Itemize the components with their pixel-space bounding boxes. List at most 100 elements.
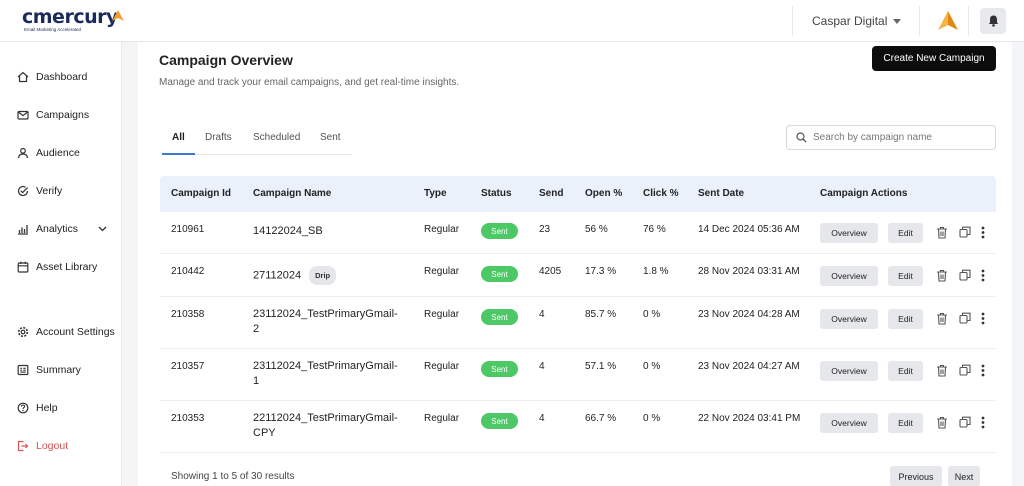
divider [792, 6, 793, 36]
tab-all[interactable]: All [172, 132, 185, 143]
sidebar-item-label: Campaigns [36, 109, 90, 121]
trash-icon[interactable] [936, 226, 948, 239]
click-rate: 0 % [643, 309, 661, 320]
campaign-type: Regular [424, 413, 460, 424]
page-subtitle: Manage and track your email campaigns, a… [159, 77, 460, 88]
campaign-type: Regular [424, 361, 460, 372]
campaign-name[interactable]: 22112024_TestPrimaryGmail- CPY [253, 411, 398, 441]
edit-button[interactable]: Edit [888, 266, 923, 286]
sidebar-item-analytics[interactable]: Analytics [17, 223, 117, 235]
more-vertical-icon[interactable] [981, 364, 985, 377]
active-tab-indicator [162, 153, 195, 155]
calendar-icon [17, 261, 29, 273]
sidebar-item-summary[interactable]: Summary [17, 364, 117, 376]
copy-icon[interactable] [959, 416, 971, 428]
page-title: Campaign Overview [159, 52, 293, 68]
table-row[interactable]: 210357 23112024_TestPrimaryGmail- 1 Regul… [160, 349, 996, 401]
sidebar-item-campaigns[interactable]: Campaigns [17, 109, 117, 121]
sidebar-item-label: Analytics [36, 223, 79, 235]
copy-icon[interactable] [959, 226, 971, 238]
sidebar-item-label: Audience [36, 147, 80, 159]
edit-button[interactable]: Edit [888, 413, 923, 433]
more-vertical-icon[interactable] [981, 312, 985, 325]
open-rate: 57.1 % [585, 361, 617, 372]
tab-drafts[interactable]: Drafts [205, 132, 232, 143]
column-header[interactable]: Send [539, 188, 563, 199]
send-count: 4205 [539, 266, 562, 277]
user-icon [17, 147, 29, 159]
arrow-logo-icon[interactable] [938, 11, 958, 30]
send-count: 23 [539, 224, 551, 235]
trash-icon[interactable] [936, 416, 948, 429]
table-row[interactable]: 210961 14122024_SB Regular Sent 23 56 % … [160, 212, 996, 254]
overview-button[interactable]: Overview [820, 413, 878, 433]
search-box[interactable] [786, 125, 996, 150]
edit-button[interactable]: Edit [888, 361, 923, 381]
table-row[interactable]: 210353 22112024_TestPrimaryGmail- CPY Reg… [160, 401, 996, 453]
campaign-id: 210353 [171, 413, 205, 424]
more-vertical-icon[interactable] [981, 226, 985, 239]
summary-icon [17, 364, 29, 376]
column-header[interactable]: Campaign Name [253, 188, 331, 199]
sidebar-item-logout[interactable]: Logout [17, 440, 117, 452]
overview-button[interactable]: Overview [820, 266, 878, 286]
sidebar-item-account-settings[interactable]: Account Settings [17, 326, 117, 338]
search-icon [796, 132, 807, 143]
copy-icon[interactable] [959, 312, 971, 324]
sidebar-item-help[interactable]: Help [17, 402, 117, 414]
status-badge: Sent [481, 223, 518, 239]
column-header[interactable]: Open % [585, 188, 622, 199]
campaign-name-text: 1 [253, 375, 260, 387]
campaign-type: Regular [424, 309, 460, 320]
table-row[interactable]: 210442 27112024 Drip Regular Sent 4205 17… [160, 254, 996, 297]
open-rate: 56 % [585, 224, 608, 235]
brand-logo[interactable]: cmercury Email Marketing Accelerated [22, 8, 124, 36]
sidebar-item-audience[interactable]: Audience [17, 147, 117, 159]
sent-date: 23 Nov 2024 04:28 AM [698, 309, 800, 320]
tab-sent[interactable]: Sent [320, 132, 341, 143]
org-selector[interactable]: Caspar Digital [812, 14, 902, 28]
create-campaign-button[interactable]: Create New Campaign [872, 46, 996, 71]
status-badge: Sent [481, 413, 518, 429]
campaign-name[interactable]: 23112024_TestPrimaryGmail- 1 [253, 359, 398, 389]
sidebar-item-dashboard[interactable]: Dashboard [17, 71, 117, 83]
trash-icon[interactable] [936, 364, 948, 377]
table-row[interactable]: 210358 23112024_TestPrimaryGmail- 2 Regul… [160, 297, 996, 349]
sent-date: 23 Nov 2024 04:27 AM [698, 361, 800, 372]
column-header[interactable]: Type [424, 188, 447, 199]
sent-date: 14 Dec 2024 05:36 AM [698, 224, 800, 235]
column-header[interactable]: Status [481, 188, 512, 199]
column-header: Campaign Actions [820, 188, 908, 199]
campaign-name[interactable]: 27112024 Drip [253, 266, 337, 285]
column-header[interactable]: Campaign Id [171, 188, 231, 199]
previous-page-button[interactable]: Previous [890, 466, 942, 486]
sidebar-item-label: Summary [36, 364, 81, 376]
tab-scheduled[interactable]: Scheduled [253, 132, 300, 143]
column-header[interactable]: Sent Date [698, 188, 744, 199]
sidebar-item-label: Dashboard [36, 71, 88, 83]
campaign-type: Regular [424, 266, 460, 277]
pagination-summary: Showing 1 to 5 of 30 results [171, 471, 295, 482]
edit-button[interactable]: Edit [888, 309, 923, 329]
overview-button[interactable]: Overview [820, 309, 878, 329]
more-vertical-icon[interactable] [981, 416, 985, 429]
more-vertical-icon[interactable] [981, 269, 985, 282]
sidebar-item-verify[interactable]: Verify [17, 185, 117, 197]
campaign-name[interactable]: 23112024_TestPrimaryGmail- 2 [253, 307, 398, 337]
campaign-name-text: 23112024_TestPrimaryGmail- [253, 308, 398, 320]
campaign-name[interactable]: 14122024_SB [253, 224, 323, 239]
search-input[interactable] [813, 132, 983, 143]
edit-button[interactable]: Edit [888, 223, 923, 243]
copy-icon[interactable] [959, 269, 971, 281]
overview-button[interactable]: Overview [820, 361, 878, 381]
trash-icon[interactable] [936, 269, 948, 282]
sidebar-item-asset-library[interactable]: Asset Library [17, 261, 117, 273]
copy-icon[interactable] [959, 364, 971, 376]
check-circle-icon [17, 186, 29, 197]
trash-icon[interactable] [936, 312, 948, 325]
notifications-button[interactable] [980, 8, 1006, 34]
status-badge: Sent [481, 266, 518, 282]
overview-button[interactable]: Overview [820, 223, 878, 243]
next-page-button[interactable]: Next [948, 466, 980, 486]
column-header[interactable]: Click % [643, 188, 679, 199]
